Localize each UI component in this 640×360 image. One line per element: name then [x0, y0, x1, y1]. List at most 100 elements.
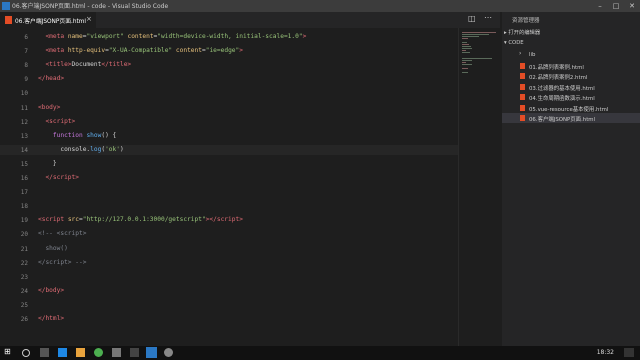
code-text: <script src="http://127.0.0.1:3000/getsc…	[38, 216, 243, 224]
code-editor[interactable]: 6 <meta name="viewport" content="width=d…	[0, 28, 458, 346]
tab-close-icon[interactable]: ×	[86, 15, 92, 23]
line-number: 18	[20, 203, 28, 211]
vscode-icon	[2, 2, 10, 10]
line-number: 24	[20, 287, 28, 295]
open-editors-label: 打开的编辑器	[508, 30, 541, 36]
code-line[interactable]: 9 </head>	[0, 74, 458, 84]
close-button[interactable]: ✕	[624, 0, 640, 12]
line-number: 20	[20, 231, 28, 239]
clock: 18:32	[596, 349, 614, 356]
code-line[interactable]: 21 show()	[0, 244, 458, 254]
minimap-line	[462, 34, 490, 35]
code-line[interactable]: 8 <title>Document</title>	[0, 60, 458, 70]
app-icon-2[interactable]	[130, 348, 139, 357]
code-line[interactable]: 24 </body>	[0, 286, 458, 296]
vscode-taskbar-icon[interactable]	[146, 347, 157, 358]
code-line[interactable]: 20 <!-- <script>	[0, 229, 458, 239]
minimap-line	[462, 64, 472, 65]
code-line[interactable]: 16 </script>	[0, 173, 458, 183]
code-text: <title>Document</title>	[45, 61, 132, 69]
line-number: 25	[20, 301, 28, 309]
code-line[interactable]: 25	[0, 300, 458, 310]
maximize-button[interactable]: □	[608, 0, 624, 12]
code-text: </body>	[38, 286, 65, 294]
code-text: </html>	[38, 315, 65, 322]
tree-file-item[interactable]: 04.生命周期函数演示.html	[502, 92, 640, 102]
code-text: console.log('ok')	[38, 145, 124, 153]
tree-file-item[interactable]: 01.品牌列表案例.html	[502, 61, 640, 71]
minimap-line	[462, 50, 466, 51]
chrome-icon[interactable]	[94, 348, 103, 357]
code-line[interactable]: 14 console.log('ok')	[0, 144, 458, 155]
tree-folder-lib[interactable]: › lib	[502, 50, 640, 60]
explorer-icon[interactable]	[76, 348, 85, 357]
tree-file-item[interactable]: 02.品牌列表案例2.html	[502, 71, 640, 81]
code-line[interactable]: 13 function show() {	[0, 131, 458, 141]
minimap-line	[462, 58, 493, 59]
code-line[interactable]: 19 <script src="http://127.0.0.1:3000/get…	[0, 215, 458, 225]
task-view-icon[interactable]	[40, 348, 49, 357]
code-line[interactable]: 18	[0, 201, 458, 211]
html-file-icon	[520, 83, 525, 90]
code-line[interactable]: 26 </html>	[0, 314, 458, 324]
code-line[interactable]: 10	[0, 88, 458, 98]
code-line[interactable]: 11 <body>	[0, 103, 458, 113]
app-icon-3[interactable]	[164, 348, 173, 357]
minimize-button[interactable]: –	[592, 0, 608, 12]
line-number: 16	[20, 175, 28, 182]
minimap[interactable]	[458, 28, 501, 346]
minimap-line	[462, 36, 479, 37]
code-line[interactable]: 6 <meta name="viewport" content="width=d…	[0, 32, 458, 42]
minimap-line	[462, 32, 496, 33]
code-line[interactable]: 23	[0, 272, 458, 282]
tree-file-item[interactable]: 06.客户端JSONP页面.html	[502, 113, 640, 123]
code-text: </head>	[38, 75, 65, 83]
edge-icon[interactable]	[58, 348, 67, 357]
more-icon[interactable]: ⋯	[484, 13, 492, 22]
tree-item-label: 04.生命周期函数演示.html	[529, 96, 595, 102]
start-icon[interactable]: ⊞	[4, 347, 13, 356]
minimap-line	[462, 60, 472, 61]
code-text: function show() {	[52, 131, 117, 139]
tab-bar: 06.客户端JSONP页面.html × ◫ ⋯	[0, 12, 500, 28]
folder-label: CODE	[508, 40, 524, 46]
split-editor-icon[interactable]: ◫	[468, 14, 476, 23]
code-text: <body>	[38, 103, 61, 111]
tree-file-item[interactable]: 05.vue-resource基本使用.html	[502, 103, 640, 113]
code-text: </script>	[45, 174, 79, 181]
app-icon[interactable]	[112, 348, 121, 357]
folder-icon: ›	[519, 50, 522, 57]
minimap-line	[462, 52, 470, 53]
line-number: 11	[20, 104, 28, 112]
code-line[interactable]: 12 <script>	[0, 117, 458, 127]
minimap-line	[462, 46, 472, 47]
line-number: 14	[20, 146, 28, 154]
line-number: 22	[20, 259, 28, 267]
explorer-header: 资源管理器	[512, 18, 540, 24]
tree-item-label: 05.vue-resource基本使用.html	[529, 106, 609, 113]
tab-label: 06.客户端JSONP页面.html	[15, 19, 87, 25]
code-text: }	[38, 159, 57, 167]
code-line[interactable]: 15 }	[0, 159, 458, 169]
line-number: 9	[24, 76, 28, 84]
minimap-line	[462, 48, 473, 49]
open-editors-section[interactable]: ▸ 打开的编辑器	[504, 28, 540, 36]
html-file-icon	[520, 104, 525, 111]
code-text: <script>	[45, 117, 76, 125]
tree-file-item[interactable]: 03.过滤器的基本使用.html	[502, 82, 640, 92]
code-line[interactable]: 7 <meta http-equiv="X-UA-Compatible" con…	[0, 46, 458, 56]
minimap-line	[462, 42, 468, 43]
search-icon[interactable]	[22, 349, 30, 357]
html-file-icon	[5, 16, 12, 24]
code-line[interactable]: 22 </script> -->	[0, 258, 458, 268]
minimap-line	[462, 62, 466, 63]
line-number: 19	[20, 217, 28, 225]
folder-section[interactable]: ▾ CODE	[504, 40, 524, 46]
code-text: </script> -->	[38, 258, 87, 266]
html-file-icon	[520, 94, 525, 100]
line-number: 21	[20, 245, 28, 253]
notification-icon[interactable]	[624, 348, 634, 357]
line-number: 12	[20, 118, 28, 126]
tab-active[interactable]: 06.客户端JSONP页面.html ×	[0, 12, 96, 28]
code-line[interactable]: 17	[0, 187, 458, 197]
